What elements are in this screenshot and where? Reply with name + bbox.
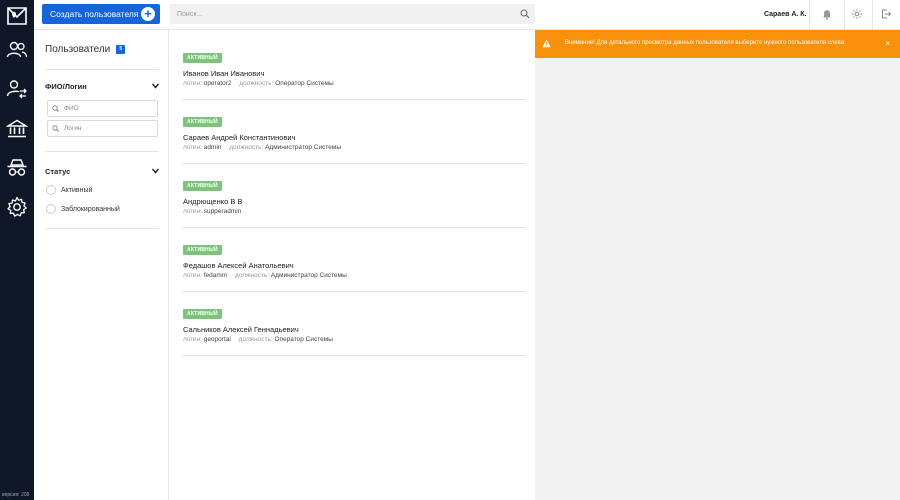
fio-section-title[interactable]: ФИО/Логин <box>45 82 87 91</box>
search-input[interactable] <box>170 4 535 24</box>
create-user-button[interactable]: Создать пользователя + <box>42 4 160 24</box>
user-meta: логин: fedamm должность: Администратор С… <box>183 272 347 279</box>
user-meta: логин: geoportal должность: Оператор Сис… <box>183 336 333 343</box>
user-meta: логин: supperadmin <box>183 208 242 215</box>
spy-icon[interactable] <box>6 157 28 179</box>
radio-button[interactable] <box>46 185 56 195</box>
user-name: Сальников Алексей Геннадьевич <box>183 325 299 334</box>
divider <box>872 0 873 30</box>
logout-icon[interactable] <box>880 8 892 20</box>
user-name: Иванов Иван Иванович <box>183 69 265 78</box>
user-meta: логин: admin должность: Администратор Си… <box>183 144 342 151</box>
status-badge: АКТИВНЫЙ <box>183 117 222 127</box>
status-option-blocked[interactable]: Заблокированный <box>46 204 120 214</box>
gear-icon[interactable] <box>6 196 28 218</box>
detail-panel: Внимание! Для детального просмотра данны… <box>535 30 900 500</box>
current-user-name[interactable]: Сараев А. К. <box>764 11 807 18</box>
envelope-map-logo[interactable] <box>6 5 28 27</box>
divider <box>45 151 159 152</box>
user-list: АКТИВНЫЙ Иванов Иван Иванович логин: ope… <box>169 30 535 500</box>
radio-button[interactable] <box>46 204 56 214</box>
status-option-label: Активный <box>61 186 93 194</box>
status-badge: АКТИВНЫЙ <box>183 53 222 63</box>
status-option-active[interactable]: Активный <box>46 185 92 195</box>
alert-message: Внимание! Для детального просмотра данны… <box>565 40 846 46</box>
plus-icon: + <box>141 7 155 21</box>
filters-panel: Пользователи 5 ФИО/Логин Статус Активный… <box>34 30 169 500</box>
create-user-button-label: Создать пользователя <box>50 9 139 19</box>
nav-rail: версия: 208 <box>0 0 34 500</box>
alert-banner: Внимание! Для детального просмотра данны… <box>535 30 900 58</box>
bank-icon[interactable] <box>5 118 29 140</box>
chevron-down-icon[interactable] <box>152 83 159 89</box>
user-meta: логин: operator2 должность: Оператор Сис… <box>183 80 334 87</box>
panel-title: Пользователи 5 <box>45 44 126 55</box>
users-icon[interactable] <box>0 34 34 66</box>
status-badge: АКТИВНЫЙ <box>183 181 222 191</box>
list-item[interactable]: АКТИВНЫЙ Федашов Алексей Анатольевич лог… <box>183 228 526 292</box>
list-item[interactable]: АКТИВНЫЙ Андрющенко В В логин: supperadm… <box>183 164 526 228</box>
list-item[interactable]: АКТИВНЫЙ Сальников Алексей Геннадьевич л… <box>183 292 526 356</box>
search-icon[interactable] <box>520 9 530 19</box>
warning-icon <box>542 39 551 48</box>
panel-title-label: Пользователи <box>45 44 111 55</box>
user-name: Сараев Андрей Константинович <box>183 133 296 142</box>
divider <box>844 0 845 30</box>
users-count-badge: 5 <box>116 45 126 54</box>
user-switch-icon[interactable] <box>6 78 28 100</box>
search-icon <box>52 105 59 112</box>
login-input[interactable] <box>47 120 158 137</box>
user-name: Федашов Алексей Анатольевич <box>183 261 294 270</box>
bell-icon[interactable] <box>821 8 833 20</box>
list-item[interactable]: АКТИВНЫЙ Сараев Андрей Константинович ло… <box>183 100 526 164</box>
status-badge: АКТИВНЫЙ <box>183 309 222 319</box>
fio-input[interactable] <box>47 100 158 117</box>
search-icon <box>52 125 59 132</box>
divider <box>809 0 810 30</box>
user-name: Андрющенко В В <box>183 197 243 206</box>
chevron-down-icon[interactable] <box>152 168 159 174</box>
top-bar: Создать пользователя + Сараев А. К. <box>34 0 900 30</box>
status-badge: АКТИВНЫЙ <box>183 245 222 255</box>
close-icon[interactable]: × <box>885 39 890 48</box>
divider <box>45 228 159 229</box>
list-item[interactable]: АКТИВНЫЙ Иванов Иван Иванович логин: ope… <box>183 36 526 100</box>
status-section-title[interactable]: Статус <box>45 167 70 176</box>
version-label: версия: 208 <box>2 492 30 498</box>
status-option-label: Заблокированный <box>61 205 120 213</box>
divider <box>45 69 159 70</box>
settings-gear-icon[interactable] <box>851 8 863 20</box>
